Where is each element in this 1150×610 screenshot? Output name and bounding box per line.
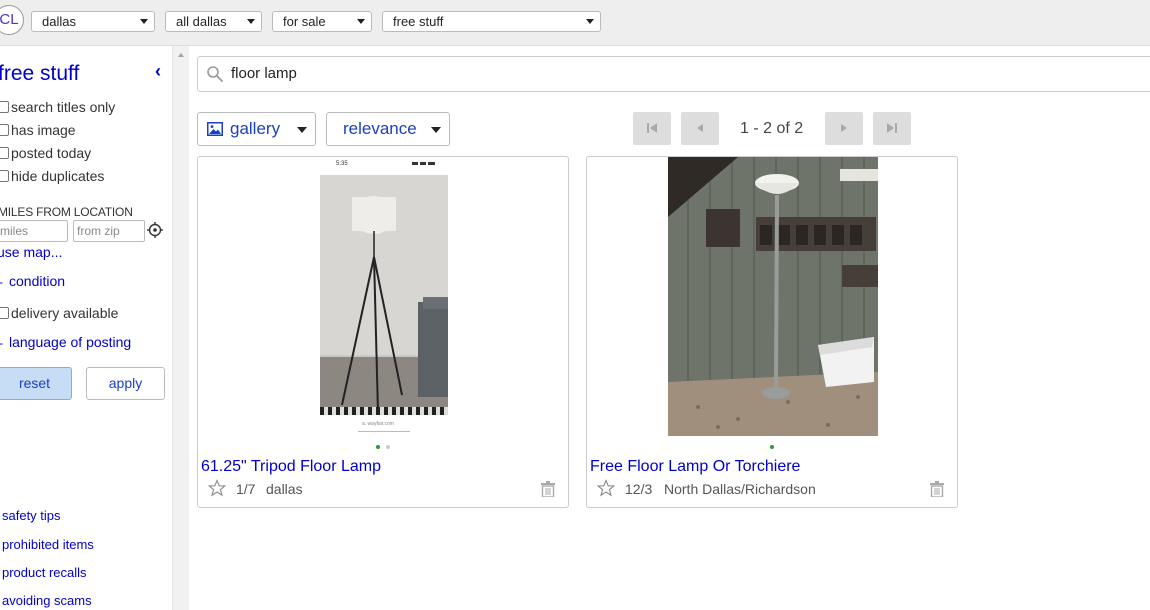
listing-date: 1/7 — [236, 481, 256, 497]
area-select-value: all dallas — [176, 14, 227, 29]
bullet-icon: - — [0, 275, 3, 289]
zip-input[interactable]: from zip — [73, 220, 145, 242]
listing-title-link[interactable]: 61.25" Tripod Floor Lamp — [201, 458, 381, 476]
checkbox-box[interactable] — [0, 307, 9, 319]
phone-url-text: a. wayfair.com — [362, 421, 394, 427]
filter-sidebar: free stuff ‹ search titles only has imag… — [0, 46, 172, 610]
next-page-icon — [841, 124, 847, 132]
tripod-lamp-photo: 5:35 a. wayfair.com — [320, 157, 448, 436]
view-mode-label: gallery — [230, 119, 281, 138]
apply-button[interactable]: apply — [86, 367, 165, 400]
image-dot[interactable] — [386, 445, 390, 449]
reset-button[interactable]: reset — [0, 367, 72, 400]
avoiding-scams-link[interactable]: avoiding scams — [2, 593, 92, 608]
page-range: 1 - 2 of 2 — [740, 120, 804, 137]
gallery-icon — [207, 122, 223, 136]
chevron-down-icon — [431, 127, 441, 133]
image-dot-active[interactable] — [770, 445, 774, 449]
checkbox-label: delivery available — [11, 305, 119, 321]
safety-tips-link[interactable]: safety tips — [2, 508, 61, 523]
section-select-value: for sale — [283, 14, 326, 29]
sidebar-scrollbar[interactable] — [172, 46, 189, 610]
category-title: free stuff — [0, 62, 80, 85]
chevron-down-icon — [140, 19, 148, 24]
craigslist-logo[interactable]: CL — [0, 5, 24, 35]
category-select[interactable]: free stuff — [382, 11, 601, 32]
checkbox-box[interactable] — [0, 147, 9, 159]
checkbox-box[interactable] — [0, 170, 9, 182]
prohibited-items-link[interactable]: prohibited items — [2, 537, 94, 552]
listing-title-link[interactable]: Free Floor Lamp Or Torchiere — [590, 458, 800, 476]
prev-page-icon — [697, 124, 703, 132]
checkbox-label: has image — [11, 122, 76, 138]
search-titles-only-checkbox[interactable]: search titles only — [0, 98, 115, 116]
area-select[interactable]: all dallas — [165, 11, 262, 32]
top-bar: CL dallas all dallas for sale free stuff — [0, 0, 1150, 46]
product-recalls-link[interactable]: product recalls — [2, 565, 87, 580]
miles-input[interactable]: miles — [0, 220, 68, 242]
search-icon — [207, 66, 223, 82]
posted-today-checkbox[interactable]: posted today — [0, 144, 91, 162]
first-page-icon — [647, 123, 657, 133]
section-select[interactable]: for sale — [272, 11, 372, 32]
sort-dropdown[interactable]: relevance — [326, 112, 450, 146]
image-dot-active[interactable] — [376, 445, 380, 449]
city-select[interactable]: dallas — [31, 11, 155, 32]
scroll-up-icon[interactable] — [178, 53, 184, 57]
phone-status-time: 5:35 — [336, 161, 348, 167]
prev-page-button[interactable] — [681, 112, 719, 145]
torchiere-lamp-photo — [668, 157, 878, 436]
listing-location: dallas — [266, 481, 303, 497]
miles-placeholder: miles — [0, 224, 29, 238]
checkbox-label: hide duplicates — [11, 168, 105, 184]
last-page-icon — [887, 123, 897, 133]
language-filter-link[interactable]: language of posting — [9, 334, 131, 350]
trash-icon[interactable] — [930, 481, 944, 497]
hide-duplicates-checkbox[interactable]: hide duplicates — [0, 167, 104, 185]
checkbox-box[interactable] — [0, 101, 9, 113]
star-icon[interactable] — [597, 479, 615, 497]
listing-image[interactable] — [668, 157, 878, 436]
checkbox-label: search titles only — [11, 99, 116, 115]
collapse-sidebar-button[interactable]: ‹ — [155, 61, 161, 82]
listing-location: North Dallas/Richardson — [664, 481, 816, 497]
next-page-button[interactable] — [825, 112, 863, 145]
use-map-link[interactable]: use map... — [0, 244, 62, 260]
checkbox-label: posted today — [11, 145, 92, 161]
result-card[interactable]: Free Floor Lamp Or Torchiere 12/3 North … — [586, 156, 958, 508]
bullet-icon: - — [0, 336, 3, 350]
crosshair-icon[interactable] — [147, 222, 163, 238]
last-page-button[interactable] — [873, 112, 911, 145]
miles-from-location-label: MILES FROM LOCATION — [0, 205, 133, 219]
delivery-available-checkbox[interactable]: delivery available — [0, 304, 118, 322]
chevron-down-icon — [357, 19, 365, 24]
result-card[interactable]: 5:35 a. wayfair.com 61.25" Tripod Floor … — [197, 156, 569, 508]
chevron-down-icon — [247, 19, 255, 24]
sort-label: relevance — [343, 119, 417, 138]
category-select-value: free stuff — [393, 14, 444, 29]
checkbox-box[interactable] — [0, 124, 9, 136]
has-image-checkbox[interactable]: has image — [0, 121, 76, 139]
listing-date: 12/3 — [625, 481, 653, 497]
listing-image[interactable]: 5:35 a. wayfair.com — [320, 157, 448, 436]
star-icon[interactable] — [208, 479, 226, 497]
chevron-down-icon — [297, 127, 307, 133]
chevron-down-icon — [586, 19, 594, 24]
search-input[interactable]: floor lamp — [197, 56, 1150, 92]
search-query: floor lamp — [231, 65, 297, 82]
view-mode-dropdown[interactable]: gallery — [197, 112, 316, 146]
city-select-value: dallas — [42, 14, 76, 29]
zip-placeholder: from zip — [77, 224, 120, 238]
condition-filter-link[interactable]: condition — [9, 273, 65, 289]
trash-icon[interactable] — [541, 481, 555, 497]
first-page-button[interactable] — [633, 112, 671, 145]
